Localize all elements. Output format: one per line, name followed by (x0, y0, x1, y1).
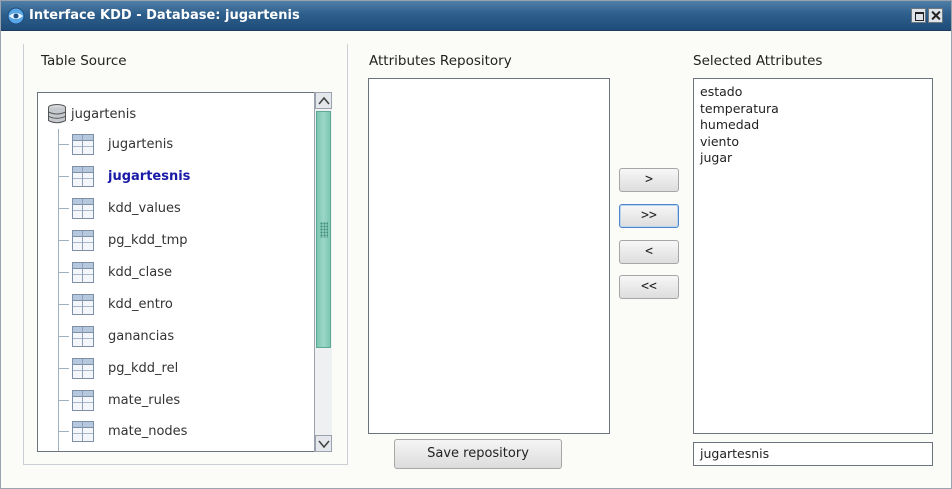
list-item[interactable]: humedad (700, 117, 779, 134)
table-icon (72, 229, 94, 251)
table-name: pg_kdd_tmp (108, 232, 188, 248)
database-icon (48, 104, 66, 124)
selected-attributes-label: Selected Attributes (693, 53, 823, 69)
tree-table-item[interactable]: ganancias (59, 323, 174, 349)
table-icon (72, 133, 94, 155)
chevron-up-icon (318, 96, 330, 105)
chevron-down-icon (318, 440, 330, 449)
tree-table-item[interactable]: jugartenis (59, 131, 173, 157)
table-icon (72, 293, 94, 315)
tree-table-item[interactable]: pg_kdd_rel (59, 355, 178, 381)
tree-connector (59, 399, 69, 401)
selected-attributes-items: estado temperatura humedad viento jugar (700, 84, 779, 167)
title-bar: Interface KDD - Database: jugartenis (1, 1, 951, 31)
remove-all-attributes-button[interactable]: << (619, 275, 679, 299)
table-icon (72, 357, 94, 379)
table-icon (72, 420, 94, 442)
tree-table-item[interactable]: pg_kdd_tmp (59, 227, 188, 253)
frame-divider (347, 44, 348, 464)
tree-table-item[interactable]: kdd_values (59, 195, 181, 221)
table-name: jugartenis (108, 136, 174, 152)
table-name: mate_nodes (108, 423, 188, 439)
tree-connector (59, 271, 69, 273)
tree-connector (59, 430, 69, 432)
tree-table-item[interactable]: kdd_clase (59, 259, 172, 285)
kdd-interface-window: Interface KDD - Database: jugartenis Tab… (0, 0, 952, 489)
table-icon (72, 389, 94, 411)
tree-table-item-selected[interactable]: jugartesnis (59, 163, 190, 189)
tree-table-item[interactable]: kdd_entro (59, 291, 173, 317)
tree-root-database[interactable]: jugartenis (46, 102, 136, 126)
table-name: pg_kdd_rel (108, 360, 179, 376)
scroll-up-button[interactable] (315, 92, 332, 109)
maximize-button[interactable] (911, 8, 926, 23)
close-button[interactable] (928, 8, 943, 23)
table-icon (72, 325, 94, 347)
table-icon (72, 165, 94, 187)
tree-connector (59, 367, 69, 369)
app-icon (7, 7, 25, 25)
scroll-thumb[interactable] (316, 111, 331, 348)
list-item[interactable]: viento (700, 134, 779, 151)
remove-attribute-button[interactable]: < (619, 240, 679, 264)
table-name: jugartesnis (108, 168, 191, 184)
tree-connector (59, 303, 69, 305)
save-repository-button[interactable]: Save repository (394, 439, 562, 469)
add-attribute-button[interactable]: > (619, 168, 679, 192)
tree-connector (59, 207, 69, 209)
table-source-tree[interactable]: jugartenis jugartenis jugartesnis kdd_va… (37, 92, 332, 452)
table-source-label: Table Source (41, 53, 127, 69)
frame-divider (23, 464, 348, 465)
table-icon (72, 197, 94, 219)
tree-table-item[interactable]: mate_rules (59, 387, 180, 413)
tree-root-label: jugartenis (71, 106, 137, 122)
list-item[interactable]: temperatura (700, 101, 779, 118)
list-item[interactable]: estado (700, 84, 779, 101)
tree-table-item[interactable]: mate_nodes (59, 418, 187, 444)
table-name: kdd_entro (108, 296, 173, 312)
attributes-repository-list[interactable] (368, 78, 610, 434)
tree-connector (59, 143, 69, 145)
frame-divider (23, 44, 24, 464)
table-name-field[interactable]: jugartesnis (693, 442, 933, 466)
table-name: kdd_values (108, 200, 181, 216)
table-name: mate_rules (108, 392, 181, 408)
table-name: ganancias (108, 328, 175, 344)
window-title: Interface KDD - Database: jugartenis (29, 8, 300, 23)
selected-attributes-list[interactable]: estado temperatura humedad viento jugar (693, 78, 933, 434)
tree-connector (59, 239, 69, 241)
table-name: kdd_clase (108, 264, 173, 280)
tree-scrollbar[interactable] (314, 92, 332, 452)
tree-connector (59, 335, 69, 337)
attributes-repository-label: Attributes Repository (369, 53, 512, 69)
scroll-down-button[interactable] (315, 435, 332, 452)
grip-icon (320, 222, 328, 238)
add-all-attributes-button[interactable]: >> (619, 204, 679, 228)
table-icon (72, 261, 94, 283)
tree-connector (59, 175, 69, 177)
list-item[interactable]: jugar (700, 150, 779, 167)
